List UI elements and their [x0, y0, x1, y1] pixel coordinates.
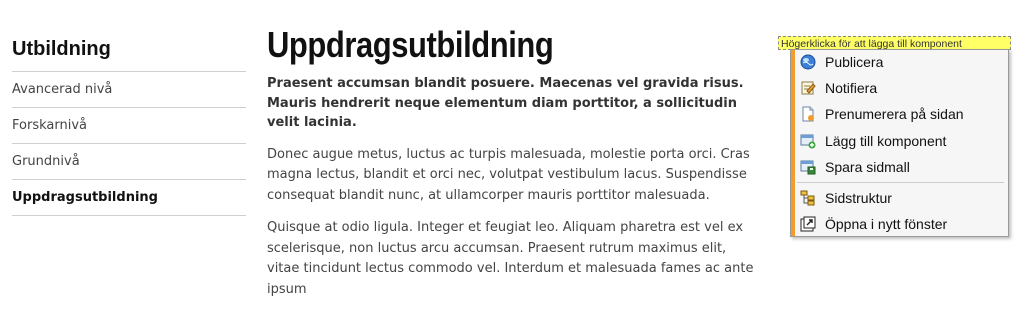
- menu-divider: [797, 182, 1004, 183]
- open-new-window-icon: [799, 215, 817, 233]
- subscribe-page-icon: [799, 105, 817, 123]
- menu-item-label: Notifiera: [825, 80, 878, 96]
- sidebar-nav: Utbildning Avancerad nivå Forskarnivå Gr…: [12, 38, 246, 216]
- add-component-hint[interactable]: Högerklicka för att lägga till komponent: [778, 36, 1011, 50]
- add-component-icon: [799, 132, 817, 150]
- menu-item-oppna-nytt-fonster[interactable]: Öppna i nytt fönster: [799, 212, 1006, 236]
- menu-item-lagg-till-komponent[interactable]: Lägg till komponent: [799, 129, 1006, 153]
- publish-globe-icon: [799, 53, 817, 71]
- sidebar-item-uppdragsutbildning[interactable]: Uppdragsutbildning: [12, 180, 246, 216]
- menu-item-notifiera[interactable]: Notifiera: [799, 76, 1006, 100]
- sidebar-title: Utbildning: [12, 38, 246, 72]
- sidebar-item-grundniva[interactable]: Grundnivå: [12, 144, 246, 180]
- body-paragraph-1: Donec augue metus, luctus ac turpis male…: [267, 146, 750, 203]
- menu-item-label: Prenumerera på sidan: [825, 106, 964, 122]
- menu-item-label: Publicera: [825, 54, 884, 70]
- menu-accent-strip: [791, 50, 795, 236]
- page-title: Uppdragsutbildning: [267, 24, 554, 65]
- sidebar-item-avancerad[interactable]: Avancerad nivå: [12, 72, 246, 108]
- menu-item-sidstruktur[interactable]: Sidstruktur: [799, 186, 1006, 210]
- lead-paragraph: Praesent accumsan blandit posuere. Maece…: [267, 76, 744, 130]
- main-content: Uppdragsutbildning Praesent accumsan bla…: [267, 24, 757, 312]
- sidebar-item-forskarniva[interactable]: Forskarnivå: [12, 108, 246, 144]
- menu-item-label: Lägg till komponent: [825, 133, 947, 149]
- menu-item-label: Spara sidmall: [825, 159, 910, 175]
- notify-note-icon: [799, 79, 817, 97]
- context-menu: Publicera Notifiera Prenumerera på sidan…: [790, 49, 1009, 237]
- menu-item-spara-sidmall[interactable]: Spara sidmall: [799, 155, 1006, 179]
- menu-item-publicera[interactable]: Publicera: [799, 50, 1006, 74]
- menu-item-prenumerera[interactable]: Prenumerera på sidan: [799, 102, 1006, 126]
- menu-item-label: Öppna i nytt fönster: [825, 216, 948, 232]
- menu-item-label: Sidstruktur: [825, 190, 892, 206]
- body-paragraph-2: Quisque at odio ligula. Integer et feugi…: [267, 220, 754, 297]
- save-template-icon: [799, 158, 817, 176]
- sitemap-icon: [799, 189, 817, 207]
